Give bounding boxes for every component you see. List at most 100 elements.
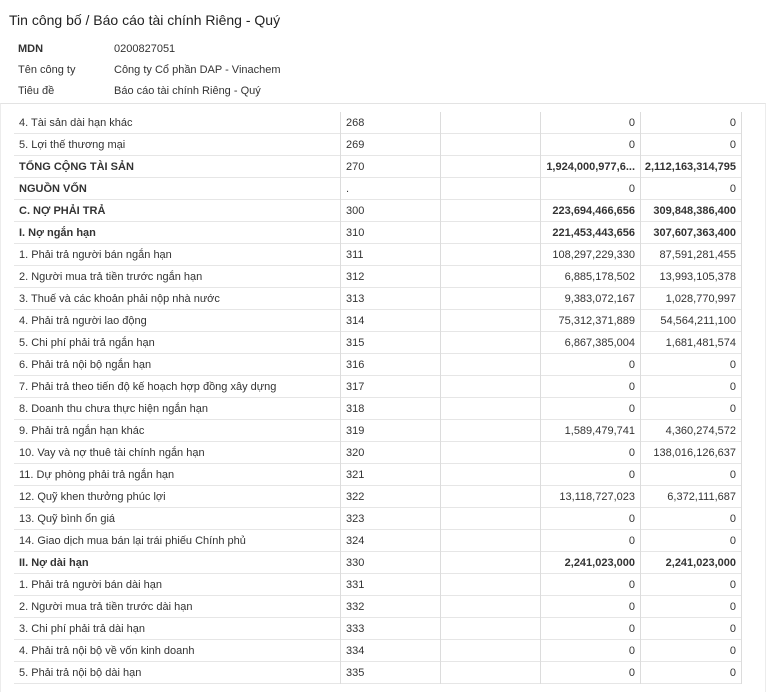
meta-label: MDN — [18, 43, 44, 55]
row-blank-cell — [440, 486, 540, 508]
row-code-cell: 320 — [340, 442, 440, 464]
table-row: 4. Phải trả người lao động 314 75,312,371,… — [14, 310, 742, 332]
table-row: 5. Phải trả nội bộ dài hạn 335 0 0 — [14, 662, 742, 684]
row-value-previous-cell: 0 — [640, 574, 742, 596]
row-blank-cell — [440, 310, 540, 332]
row-code-cell: . — [340, 178, 440, 200]
row-value-previous-cell: 0 — [640, 508, 742, 530]
row-value-current-cell: 6,867,385,004 — [540, 332, 640, 354]
meta-row-title: Tiêu đề Báo cáo tài chính Riêng - Quý — [0, 82, 766, 103]
row-blank-cell — [440, 200, 540, 222]
table-row: 3. Chi phí phải trả dài hạn 333 0 0 — [14, 618, 742, 640]
table-row: 9. Phải trả ngắn hạn khác 319 1,589,479,74… — [14, 420, 742, 442]
row-blank-cell — [440, 574, 540, 596]
meta-value: Báo cáo tài chính Riêng - Quý — [114, 85, 261, 97]
row-value-current-cell: 223,694,466,656 — [540, 200, 640, 222]
row-code-cell: 316 — [340, 354, 440, 376]
row-value-current-cell: 0 — [540, 574, 640, 596]
table-row: 6. Phải trả nội bộ ngắn hạn 316 0 0 — [14, 354, 742, 376]
page-title: Tin công bố / Báo cáo tài chính Riêng - … — [9, 12, 281, 28]
row-code-cell: 335 — [340, 662, 440, 684]
row-blank-cell — [440, 552, 540, 574]
row-code-cell: 331 — [340, 574, 440, 596]
row-value-current-cell: 0 — [540, 442, 640, 464]
row-blank-cell — [440, 596, 540, 618]
row-value-previous-cell: 54,564,211,100 — [640, 310, 742, 332]
table-row: 4. Tài sản dài hạn khác 268 0 0 — [14, 112, 742, 134]
row-name-cell: 2. Người mua trả tiền trước ngắn hạn — [19, 271, 203, 283]
row-value-current-cell: 2,241,023,000 — [540, 552, 640, 574]
meta-value: 0200827051 — [114, 43, 176, 55]
row-value-previous-cell: 0 — [640, 398, 742, 420]
row-blank-cell — [440, 134, 540, 156]
row-name-cell: 1. Phải trả người bán ngắn hạn — [19, 249, 172, 261]
row-name-cell: 5. Chi phí phải trả ngắn hạn — [19, 337, 155, 349]
row-blank-cell — [440, 112, 540, 134]
table-row: 10. Vay và nợ thuê tài chính ngắn hạn 320… — [14, 442, 742, 464]
row-code-cell: 324 — [340, 530, 440, 552]
table-row: 4. Phải trả nội bộ về vốn kinh doanh 334 0… — [14, 640, 742, 662]
table-row: I. Nợ ngắn hạn 310 221,453,443,656 307,607,… — [14, 222, 742, 244]
row-value-previous-cell: 1,028,770,997 — [640, 288, 742, 310]
table-row: C. NỢ PHẢI TRẢ 300 223,694,466,656 309,848,… — [14, 200, 742, 222]
row-name-cell: 4. Tài sản dài hạn khác — [19, 117, 133, 129]
row-value-current-cell: 0 — [540, 662, 640, 684]
row-name-cell: 4. Phải trả nội bộ về vốn kinh doanh — [19, 645, 195, 657]
row-value-current-cell: 108,297,229,330 — [540, 244, 640, 266]
row-value-previous-cell: 0 — [640, 662, 742, 684]
row-blank-cell — [440, 530, 540, 552]
row-value-current-cell: 0 — [540, 354, 640, 376]
row-name-cell: 8. Doanh thu chưa thực hiện ngắn hạn — [19, 403, 209, 415]
row-name-cell: II. Nợ dài hạn — [19, 557, 89, 569]
row-name-cell: 14. Giao dịch mua bán lại trái phiếu Chí… — [19, 535, 246, 547]
row-value-previous-cell: 87,591,281,455 — [640, 244, 742, 266]
row-name-cell: 13. Quỹ bình ổn giá — [19, 513, 116, 525]
row-code-cell: 334 — [340, 640, 440, 662]
row-name-cell: 11. Dự phòng phải trả ngắn hạn — [19, 469, 175, 481]
row-value-previous-cell: 307,607,363,400 — [640, 222, 742, 244]
row-value-previous-cell: 4,360,274,572 — [640, 420, 742, 442]
meta-value: Công ty Cổ phần DAP - Vinachem — [114, 64, 281, 76]
row-code-cell: 321 — [340, 464, 440, 486]
table-row: 7. Phải trả theo tiến độ kế hoạch hợp đồ… — [14, 376, 742, 398]
row-value-previous-cell: 1,681,481,574 — [640, 332, 742, 354]
row-name-cell: 5. Lợi thế thương mại — [19, 139, 126, 151]
row-value-previous-cell: 0 — [640, 464, 742, 486]
row-blank-cell — [440, 662, 540, 684]
row-name-cell: 10. Vay và nợ thuê tài chính ngắn hạn — [19, 447, 205, 459]
row-blank-cell — [440, 640, 540, 662]
row-blank-cell — [440, 222, 540, 244]
table-row: 2. Người mua trả tiền trước dài hạn 332 0 0 — [14, 596, 742, 618]
row-value-previous-cell: 0 — [640, 640, 742, 662]
row-code-cell: 311 — [340, 244, 440, 266]
meta-row-mdn: MDN 0200827051 — [0, 40, 766, 61]
row-blank-cell — [440, 442, 540, 464]
row-name-cell: 3. Thuế và các khoản phải nộp nhà nước — [19, 293, 220, 305]
row-blank-cell — [440, 288, 540, 310]
table-row: 13. Quỹ bình ổn giá 323 0 0 — [14, 508, 742, 530]
row-value-current-cell: 6,885,178,502 — [540, 266, 640, 288]
row-value-current-cell: 9,383,072,167 — [540, 288, 640, 310]
row-name-cell: C. NỢ PHẢI TRẢ — [19, 205, 106, 217]
row-code-cell: 333 — [340, 618, 440, 640]
row-value-current-cell: 0 — [540, 376, 640, 398]
row-code-cell: 332 — [340, 596, 440, 618]
row-value-current-cell: 0 — [540, 178, 640, 200]
row-value-previous-cell: 0 — [640, 112, 742, 134]
row-code-cell: 314 — [340, 310, 440, 332]
row-value-current-cell: 75,312,371,889 — [540, 310, 640, 332]
row-blank-cell — [440, 332, 540, 354]
row-code-cell: 269 — [340, 134, 440, 156]
row-value-previous-cell: 138,016,126,637 — [640, 442, 742, 464]
report-panel[interactable]: 4. Tài sản dài hạn khác 268 0 0 5. Lợi thế t… — [0, 103, 766, 692]
row-value-current-cell: 0 — [540, 464, 640, 486]
row-blank-cell — [440, 244, 540, 266]
row-name-cell: 12. Quỹ khen thưởng phúc lợi — [19, 491, 166, 503]
row-blank-cell — [440, 508, 540, 530]
balance-sheet-table: 4. Tài sản dài hạn khác 268 0 0 5. Lợi thế t… — [14, 112, 742, 684]
table-row: NGUỒN VỐN. 0 0 — [14, 178, 742, 200]
row-blank-cell — [440, 376, 540, 398]
row-value-current-cell: 221,453,443,656 — [540, 222, 640, 244]
row-code-cell: 310 — [340, 222, 440, 244]
meta-label: Tên công ty — [18, 64, 76, 76]
